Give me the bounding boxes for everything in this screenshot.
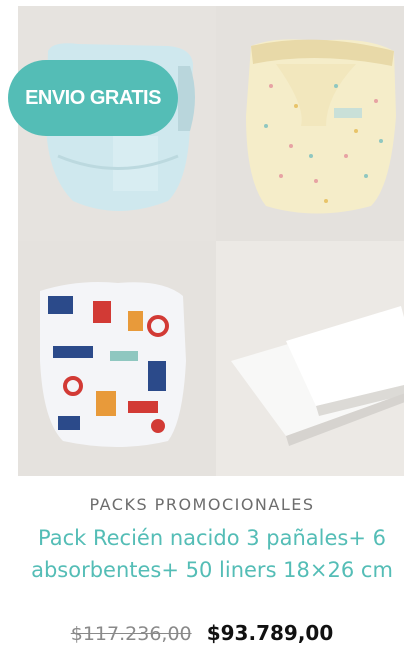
yellow-dotted-diaper-image — [216, 6, 404, 241]
product-title[interactable]: Pack Recién nacido 3 pañales+ 6 absorben… — [20, 522, 404, 586]
sale-price: $93.789,00 — [206, 621, 334, 645]
free-shipping-badge: ENVIO GRATIS — [8, 60, 178, 136]
original-price: $117.236,00 — [70, 623, 192, 645]
price-row: $117.236,00 $93.789,00 — [0, 621, 404, 645]
product-category[interactable]: PACKS PROMOCIONALES — [0, 495, 404, 514]
product-card[interactable]: ENVIO GRATIS PACKS PROMOCIONALES Pack Re… — [0, 0, 404, 651]
white-liners-image — [216, 241, 404, 476]
marine-print-diaper-image — [18, 241, 216, 476]
